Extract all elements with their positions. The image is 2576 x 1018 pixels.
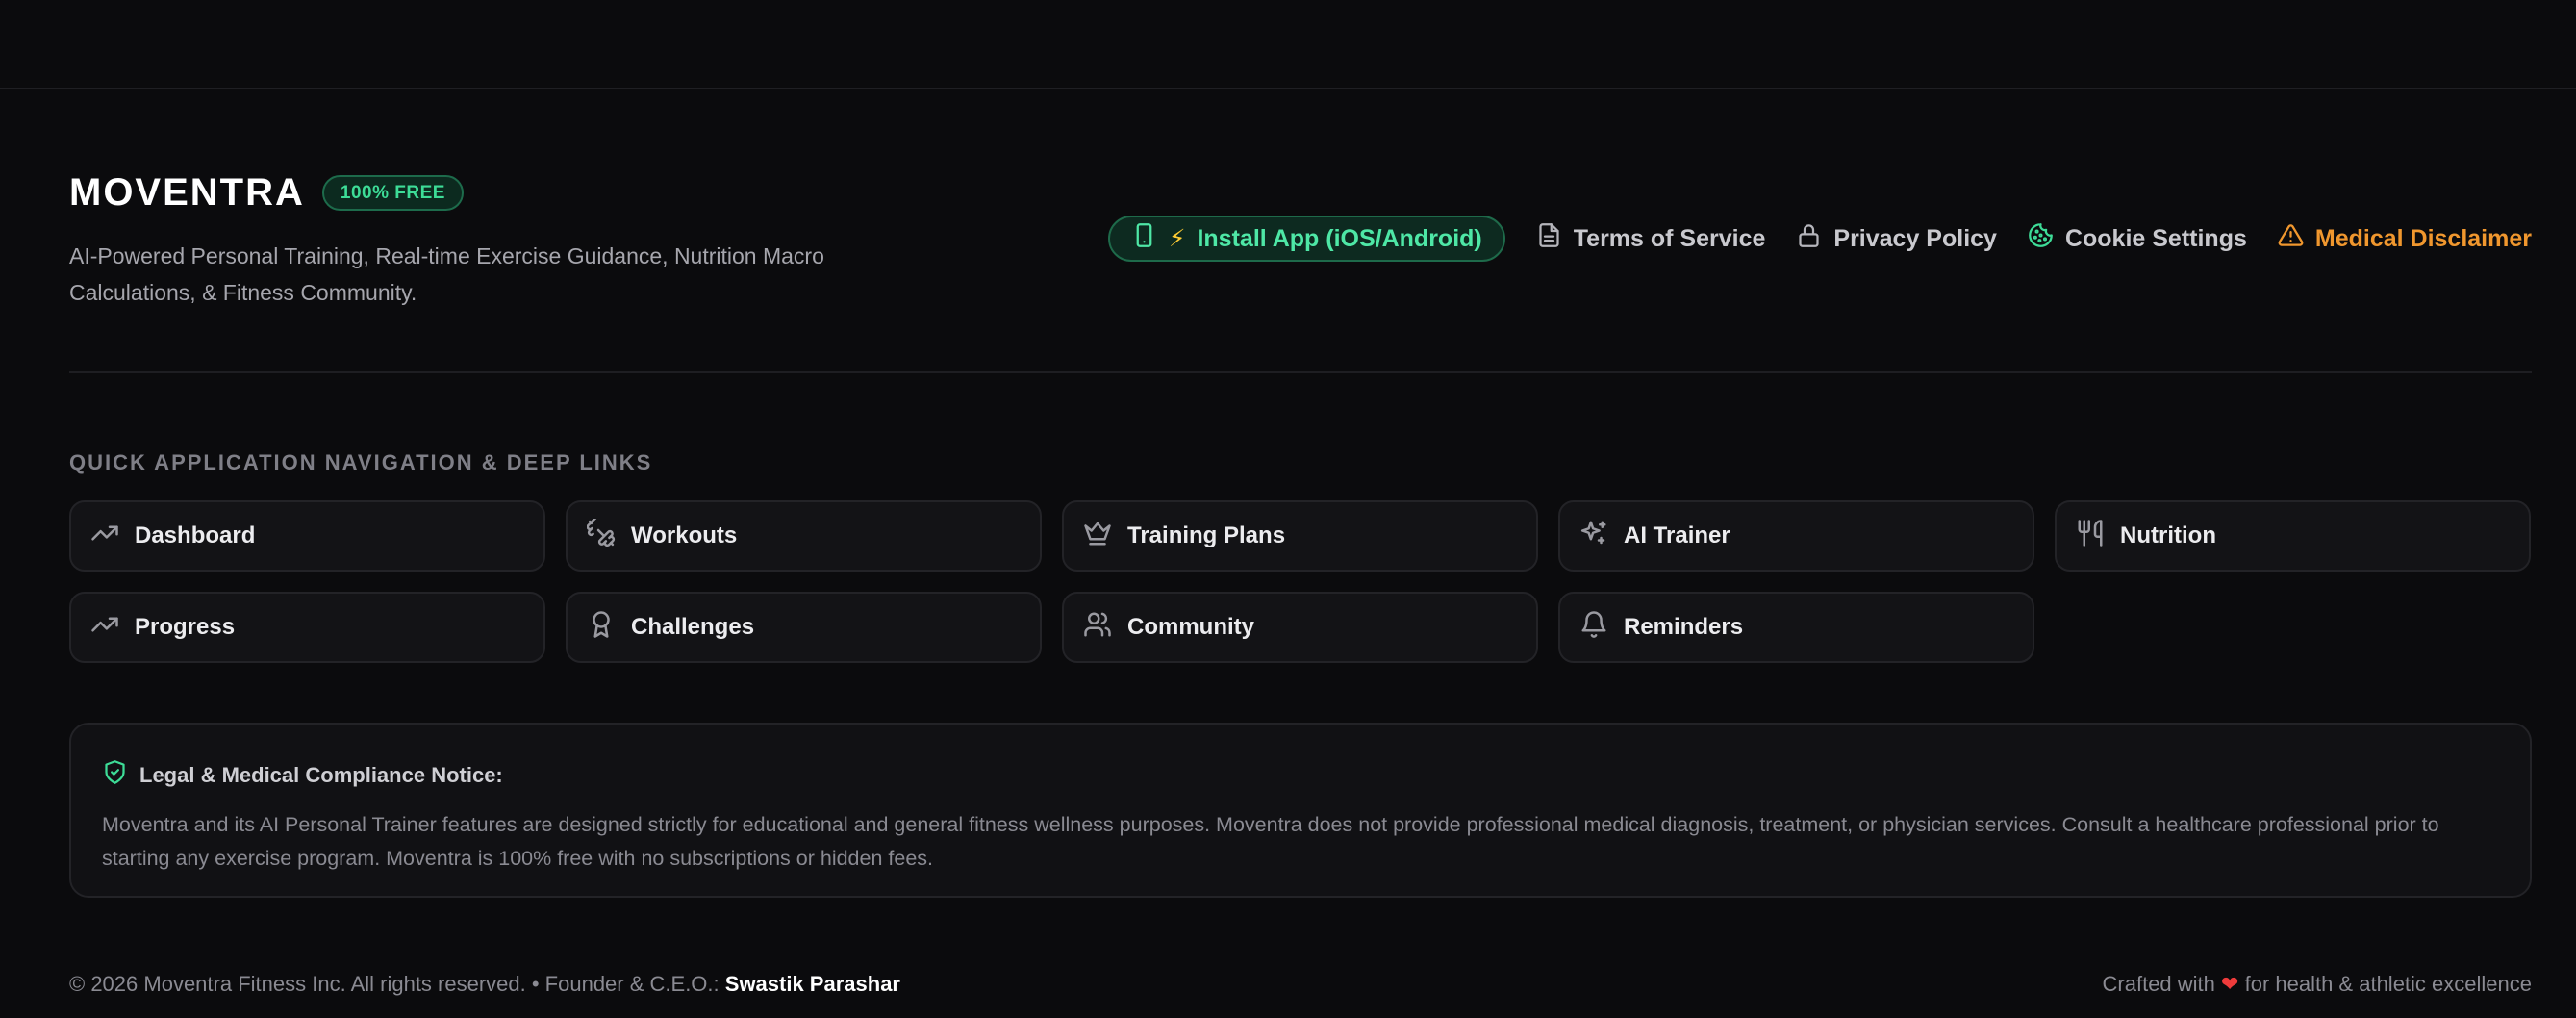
bolt-icon: ⚡ bbox=[1168, 225, 1186, 252]
nav-card-dashboard[interactable]: Dashboard bbox=[69, 500, 545, 572]
nav-card-progress[interactable]: Progress bbox=[69, 592, 545, 663]
compliance-notice: Legal & Medical Compliance Notice: Moven… bbox=[69, 723, 2532, 898]
terms-of-service-label: Terms of Service bbox=[1573, 224, 1766, 252]
nav-card-label: Nutrition bbox=[2120, 522, 2216, 548]
nav-card-reminders[interactable]: Reminders bbox=[1558, 592, 2034, 663]
quick-nav-grid: Dashboard Workouts Training Plans AI Tra… bbox=[69, 500, 2532, 663]
crafted-prefix: Crafted with bbox=[2102, 972, 2215, 996]
footer-top-links: ⚡ Install App (iOS/Android) Terms of Ser… bbox=[1107, 216, 2532, 262]
cookie-settings-label: Cookie Settings bbox=[2064, 224, 2247, 252]
notice-body: Moventra and its AI Personal Trainer fea… bbox=[102, 813, 2439, 870]
crafted-with: Crafted with ❤ for health & athletic exc… bbox=[2103, 972, 2532, 997]
trending-up-icon bbox=[90, 610, 119, 646]
install-app-button[interactable]: ⚡ Install App (iOS/Android) bbox=[1107, 216, 1505, 262]
cookie-icon bbox=[2028, 222, 2054, 255]
nav-card-label: Challenges bbox=[631, 614, 755, 640]
quick-nav-heading: QUICK APPLICATION NAVIGATION & DEEP LINK… bbox=[69, 450, 653, 474]
nav-card-label: AI Trainer bbox=[1624, 522, 1730, 548]
nav-card-challenges[interactable]: Challenges bbox=[566, 592, 1042, 663]
site-footer: MOVENTRA 100% FREE AI-Powered Personal T… bbox=[69, 0, 2532, 1018]
notice-title-text: Legal & Medical Compliance Notice: bbox=[139, 762, 503, 787]
sparkles-icon bbox=[1579, 519, 1608, 554]
notice-title: Legal & Medical Compliance Notice: bbox=[102, 759, 2499, 791]
copyright-text: © 2026 Moventra Fitness Inc. All rights … bbox=[69, 972, 720, 996]
free-badge: 100% FREE bbox=[321, 175, 464, 211]
copyright: © 2026 Moventra Fitness Inc. All rights … bbox=[69, 972, 900, 997]
lock-icon bbox=[1796, 222, 1822, 255]
nav-card-training-plans[interactable]: Training Plans bbox=[1062, 500, 1538, 572]
medical-disclaimer-label: Medical Disclaimer bbox=[2314, 224, 2532, 252]
nav-card-label: Workouts bbox=[631, 522, 738, 548]
utensils-icon bbox=[2076, 519, 2105, 554]
medical-disclaimer-link[interactable]: Medical Disclaimer bbox=[2278, 222, 2532, 255]
dumbbell-icon bbox=[586, 515, 616, 554]
privacy-policy-link[interactable]: Privacy Policy bbox=[1796, 222, 1997, 255]
footer-bottom-bar: © 2026 Moventra Fitness Inc. All rights … bbox=[69, 972, 2532, 997]
nav-card-label: Community bbox=[1127, 614, 1254, 640]
nav-card-ai-trainer[interactable]: AI Trainer bbox=[1558, 500, 2034, 572]
trending-up-icon bbox=[90, 519, 119, 554]
privacy-policy-label: Privacy Policy bbox=[1833, 224, 1997, 252]
heart-icon: ❤ bbox=[2221, 972, 2239, 996]
terms-of-service-link[interactable]: Terms of Service bbox=[1536, 222, 1766, 255]
founder-name: Swastik Parashar bbox=[724, 972, 900, 996]
crown-icon bbox=[1083, 519, 1112, 554]
cookie-settings-link[interactable]: Cookie Settings bbox=[2028, 222, 2247, 255]
warning-icon bbox=[2278, 222, 2304, 255]
nav-card-label: Progress bbox=[135, 614, 236, 640]
brand-tagline: AI-Powered Personal Training, Real-time … bbox=[69, 243, 824, 305]
install-app-label: Install App (iOS/Android) bbox=[1197, 224, 1482, 252]
brand: MOVENTRA 100% FREE bbox=[69, 171, 464, 215]
bell-icon bbox=[1579, 610, 1608, 646]
smartphone-icon bbox=[1131, 222, 1157, 255]
document-icon bbox=[1536, 222, 1562, 255]
nav-card-label: Training Plans bbox=[1127, 522, 1286, 548]
award-icon bbox=[587, 610, 616, 646]
users-icon bbox=[1083, 610, 1112, 646]
section-divider bbox=[69, 371, 2532, 373]
nav-card-nutrition[interactable]: Nutrition bbox=[2055, 500, 2531, 572]
shield-check-icon bbox=[102, 759, 128, 791]
brand-name[interactable]: MOVENTRA bbox=[69, 171, 305, 215]
nav-card-workouts[interactable]: Workouts bbox=[566, 500, 1042, 572]
nav-card-community[interactable]: Community bbox=[1062, 592, 1538, 663]
nav-card-label: Reminders bbox=[1624, 614, 1744, 640]
nav-card-label: Dashboard bbox=[135, 522, 256, 548]
crafted-suffix: for health & athletic excellence bbox=[2244, 972, 2532, 996]
